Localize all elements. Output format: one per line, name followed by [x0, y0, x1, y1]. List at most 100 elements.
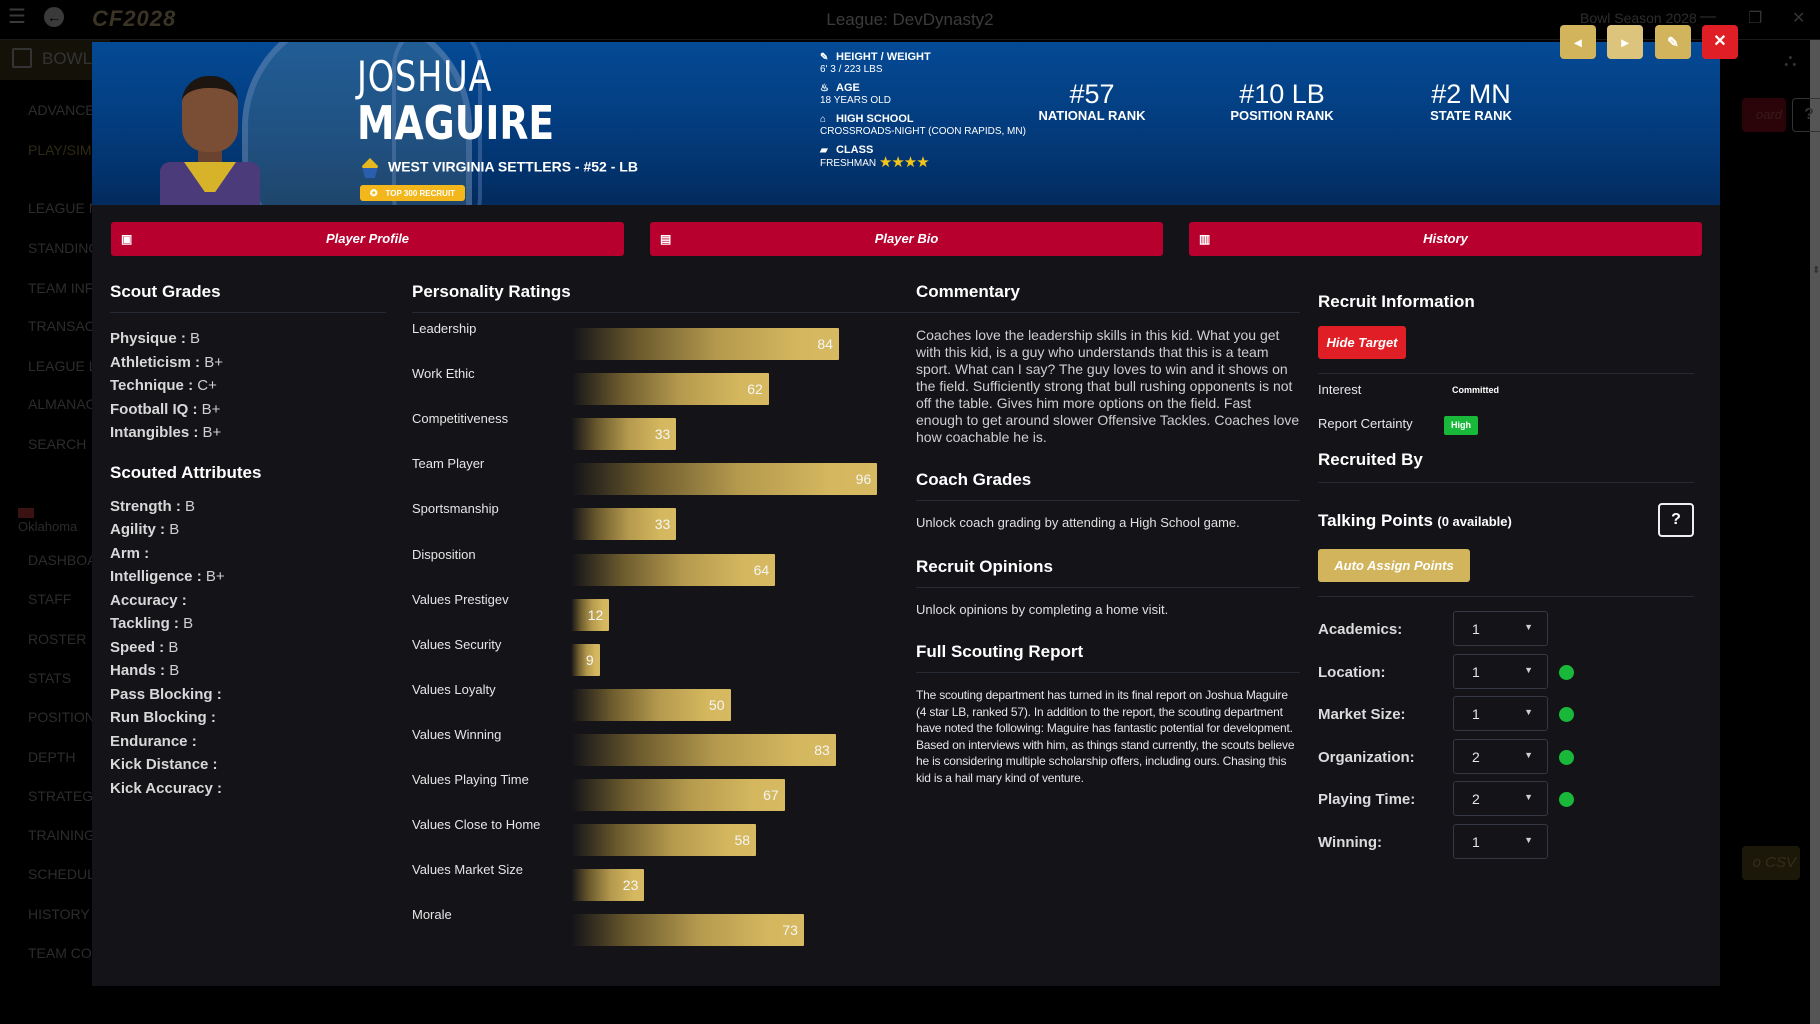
board-button[interactable]: oard: [1742, 98, 1786, 132]
personality-row-disposition: Disposition 64: [412, 547, 982, 592]
grade-technique: Technique : C+: [110, 377, 217, 394]
sidebar-item-play-sim[interactable]: PLAY/SIM: [28, 142, 92, 158]
talking-point-select[interactable]: 1 ▼: [1453, 696, 1548, 731]
personality-value: 58: [734, 832, 751, 849]
commentary-section: Commentary Coaches love the leadership s…: [916, 282, 1300, 786]
sidebar-item-almanac[interactable]: ALMANAC: [28, 396, 96, 412]
sidebar-item-search[interactable]: SEARCH: [28, 436, 86, 452]
personality-label: Values Security: [412, 636, 502, 652]
personality-row-team-player: Team Player 96: [412, 456, 982, 501]
league-title: League: DevDynasty2: [826, 10, 994, 29]
talking-point-select[interactable]: 1 ▼: [1453, 823, 1548, 859]
star-rating-icon: ★★★★: [878, 154, 930, 171]
personality-value: 84: [817, 336, 833, 352]
personality-label: Morale: [412, 907, 452, 923]
archive-icon: ▥: [1199, 232, 1211, 246]
talking-point-select[interactable]: 1 ▼: [1453, 653, 1548, 689]
previous-player-button[interactable]: ◂: [1560, 25, 1596, 59]
interest-row: Interest Committed: [1318, 382, 1499, 397]
grade-pass-blocking: Pass Blocking :: [110, 685, 222, 703]
hide-target-button[interactable]: Hide Target: [1318, 326, 1406, 359]
coach-grades-text: Unlock coach grading by attending a High…: [916, 515, 1240, 530]
sidebar-item-depth[interactable]: DEPTH: [28, 749, 75, 765]
next-player-button[interactable]: ▸: [1607, 25, 1643, 59]
grade-athleticism: Athleticism : B+: [110, 353, 223, 371]
sidebar-item-training[interactable]: TRAINING: [28, 827, 95, 843]
divider: [110, 312, 386, 313]
team-logo-icon: [362, 158, 378, 178]
restore-icon[interactable]: ❐: [1748, 8, 1762, 28]
personality-bar: 64: [571, 553, 776, 586]
edit-player-button[interactable]: ✎: [1655, 25, 1691, 59]
sidebar-item-advance[interactable]: ADVANCE: [28, 102, 95, 118]
commentary-title: Commentary: [916, 282, 1020, 301]
grade-physique: Physique : B: [110, 330, 201, 347]
personality-label: Team Player: [412, 456, 485, 472]
minimize-icon[interactable]: —: [1700, 8, 1716, 26]
grade-agility: Agility : B: [110, 521, 180, 538]
player-last-name: MAGUIRE: [357, 96, 555, 150]
background-help-button[interactable]: ?: [1792, 98, 1820, 132]
personality-ratings-list: Leadership 84 Work Ethic 62 Competitiveness 3…: [412, 321, 982, 952]
team-logo-icon: [18, 507, 34, 518]
tab-player-profile[interactable]: ▣ Player Profile: [111, 222, 624, 256]
status-dot-icon: [1559, 749, 1574, 765]
sidebar-item-stats[interactable]: STATS: [28, 670, 71, 686]
chevron-down-icon: ▼: [1524, 622, 1533, 632]
personality-value: 62: [747, 381, 763, 398]
divider: [1318, 482, 1694, 483]
divider: [916, 500, 1300, 501]
divider: [412, 312, 982, 313]
auto-assign-points-button[interactable]: Auto Assign Points: [1318, 549, 1470, 582]
recruit-opinions-text: Unlock opinions by completing a home vis…: [916, 602, 1169, 617]
grade-value: B: [168, 638, 179, 656]
grade-value: B: [169, 662, 180, 679]
grade-value: B: [183, 615, 194, 632]
personality-row-morale: Morale 73: [412, 907, 982, 952]
scout-grades-section: Scout Grades Physique : B Athleticism : B…: [110, 282, 386, 800]
tab-history[interactable]: ▥ History: [1189, 222, 1702, 256]
top-recruit-badge: ✪ TOP 300 RECRUIT: [360, 185, 466, 201]
player-banner: JOSHUA MAGUIRE WEST VIRGINIA SETTLERS - …: [92, 42, 1720, 205]
personality-bar: 50: [571, 688, 731, 721]
player-team-line: WEST VIRGINIA SETTLERS - #52 - LB: [362, 158, 638, 178]
scouting-report-title: Full Scouting Report: [916, 642, 1084, 661]
grade-value: B+: [204, 353, 223, 371]
binoculars-icon[interactable]: ⛬: [1784, 50, 1797, 71]
grade-speed: Speed : B: [110, 638, 179, 656]
chevron-down-icon: ▼: [1524, 707, 1533, 717]
sort-icon[interactable]: ⬍: [1812, 265, 1820, 276]
tab-player-bio[interactable]: ▤ Player Bio: [650, 222, 1163, 256]
personality-label: Disposition: [412, 546, 476, 562]
talking-point-select[interactable]: 2 ▼: [1453, 738, 1548, 774]
personality-label: Values Prestigev: [412, 591, 509, 607]
personality-label: Work Ethic: [412, 366, 475, 382]
talking-point-select[interactable]: 2 ▼: [1453, 781, 1548, 816]
grade-value: B+: [201, 400, 221, 418]
talking-point-select[interactable]: 1 ▼: [1453, 611, 1548, 646]
sidebar-item-roster[interactable]: ROSTER: [28, 631, 86, 647]
grade-run-blocking: Run Blocking :: [110, 709, 216, 726]
window-close-icon[interactable]: ✕: [1792, 8, 1805, 28]
coach-grades-title: Coach Grades: [916, 470, 1032, 489]
export-csv-button[interactable]: o CSV: [1742, 846, 1800, 880]
personality-row-leadership: Leadership 84: [412, 321, 982, 366]
personality-bar: 9: [571, 643, 600, 676]
grade-endurance: Endurance :: [110, 732, 197, 750]
report-certainty-row: Report Certainty High: [1318, 408, 1694, 442]
talking-points-help-button[interactable]: ?: [1658, 503, 1694, 537]
sidebar-team[interactable]: Oklahoma: [18, 504, 92, 534]
personality-value: 67: [763, 787, 779, 803]
personality-bar: 84: [571, 328, 839, 360]
close-modal-button[interactable]: ✕: [1702, 25, 1738, 59]
recruited-by-title: Recruited By: [1318, 450, 1423, 469]
season-label: Bowl Season 2028: [1580, 10, 1697, 26]
sidebar-item-history[interactable]: HISTORY: [28, 906, 90, 922]
sidebar-item-staff[interactable]: STAFF: [28, 591, 71, 607]
talking-point-academics: Academics: 1 ▼: [1318, 611, 1694, 654]
interest-value: Committed: [1452, 385, 1499, 395]
certainty-badge: High: [1444, 416, 1478, 435]
player-modal: JOSHUA MAGUIRE WEST VIRGINIA SETTLERS - …: [92, 25, 1738, 986]
personality-bar: 62: [571, 373, 769, 406]
bio-class: ▰ CLASS FRESHMAN ★★★★: [820, 144, 930, 171]
